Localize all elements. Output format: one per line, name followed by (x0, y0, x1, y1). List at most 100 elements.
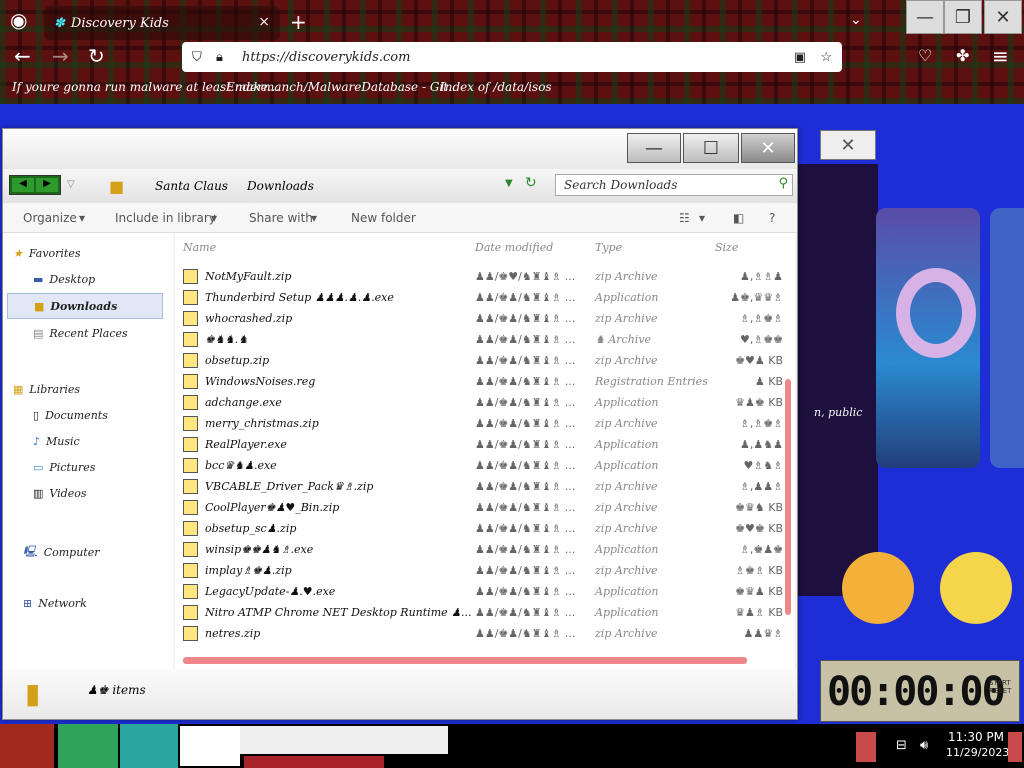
network-tray-icon[interactable]: ⊟ (896, 738, 907, 753)
file-row[interactable]: netres.zip ♟♟/♚♟/♞♜♝♗ ... zip Archive ♟♟♛♗ (183, 624, 783, 644)
nav-recent-places[interactable]: ▤ Recent Places (33, 327, 128, 340)
column-header-name[interactable]: Name (183, 241, 216, 254)
file-row[interactable]: merry_christmas.zip ♟♟/♚♟/♞♜♝♗ ... zip Arc… (183, 414, 783, 434)
popup-close-button[interactable]: ✕ (820, 130, 876, 160)
close-button[interactable]: ✕ (741, 133, 795, 163)
history-chevron-icon[interactable]: ▽ (67, 179, 75, 190)
column-header-type[interactable]: Type (595, 241, 622, 254)
file-row[interactable]: bcc♛♞♟.exe ♟♟/♚♟/♞♜♝♗ ... Application ♥♗♞♗ (183, 456, 783, 476)
dropdown-icon[interactable]: ▼ (505, 178, 513, 189)
browser-close-button[interactable]: ✕ (984, 0, 1022, 34)
column-header-date[interactable]: Date modified (475, 241, 553, 254)
firefox-menu-icon[interactable]: ◉ (10, 8, 27, 32)
horizontal-scrollbar[interactable] (183, 657, 747, 664)
share-with-menu[interactable]: Share with (249, 211, 313, 225)
url-bar[interactable]: ⛉ 🔒︎ https://discoverykids.com ▣ ☆ (182, 42, 842, 72)
chevron-down-icon[interactable]: ▾ (699, 211, 705, 225)
clock-date[interactable]: 11/29/2023 (946, 746, 1009, 759)
file-row[interactable]: NotMyFault.zip ♟♟/♚♥/♞♜♝♗ ... zip Archive ♟… (183, 267, 783, 287)
reader-view-icon[interactable]: ▣ (794, 50, 806, 65)
file-row[interactable]: Thunderbird Setup ♟♟♟.♟.♟.exe ♟♟/♚♟/♞♜♝♗ … (183, 288, 783, 308)
nav-computer[interactable]: 🖳︎ Computer (23, 543, 99, 562)
extensions-icon[interactable]: ✤ (956, 46, 969, 65)
hamburger-menu-icon[interactable]: ≡ (992, 44, 1009, 68)
search-icon[interactable]: ⚲ (778, 176, 788, 191)
file-row[interactable]: obsetup.zip ♟♟/♚♟/♞♜♝♗ ... zip Archive ♚♥♟ … (183, 351, 783, 371)
include-library-menu[interactable]: Include in library (115, 211, 216, 225)
nav-videos[interactable]: ▥ Videos (33, 487, 87, 500)
game-card[interactable] (990, 208, 1024, 468)
refresh-icon[interactable]: ↻ (525, 175, 537, 191)
tab-list-chevron-icon[interactable]: ⌄ (850, 12, 862, 28)
chevron-down-icon[interactable]: ▾ (79, 211, 85, 225)
forward-icon[interactable]: → (52, 44, 69, 68)
volume-icon[interactable]: 🔊︎ (920, 738, 928, 753)
search-box[interactable]: Search Downloads ⚲ (555, 174, 793, 196)
file-row[interactable]: winsip♚♚♟♞♗.exe ♟♟/♚♟/♞♜♝♗ ... Application… (183, 540, 783, 560)
preview-pane-icon[interactable]: ◧ (733, 211, 744, 225)
taskbar-chrome-icon[interactable] (180, 726, 240, 766)
file-row[interactable]: RealPlayer.exe ♟♟/♚♟/♞♜♝♗ ... Application ♟… (183, 435, 783, 455)
bookmark-star-icon[interactable]: ☆ (820, 50, 832, 65)
file-row[interactable]: LegacyUpdate-♟.♥.exe ♟♟/♚♟/♞♜♝♗ ... Applic… (183, 582, 783, 602)
help-icon[interactable]: ? (769, 211, 775, 225)
file-row[interactable]: WindowsNoises.reg ♟♟/♚♟/♞♜♝♗ ... Registrat… (183, 372, 783, 392)
maximize-button[interactable]: ☐ (683, 133, 739, 163)
browser-minimize-button[interactable]: — (906, 0, 944, 34)
taskbar-explorer-icon[interactable] (120, 724, 178, 768)
file-row[interactable]: whocrashed.zip ♟♟/♚♟/♞♜♝♗ ... zip Archive ♗… (183, 309, 783, 329)
column-header-size[interactable]: Size (715, 241, 738, 254)
pocket-icon[interactable]: ♡ (918, 46, 932, 65)
stopwatch-controls[interactable]: START RESET (989, 679, 1017, 695)
nav-favorites[interactable]: ★ Favorites (13, 247, 81, 260)
new-tab-button[interactable]: + (290, 10, 307, 34)
forward-icon[interactable]: ▶ (36, 178, 58, 192)
chevron-down-icon[interactable]: ▾ (211, 211, 217, 225)
character-avatar[interactable] (940, 552, 1012, 624)
nav-pictures[interactable]: ▭ Pictures (33, 461, 95, 474)
file-row[interactable]: VBCABLE_Driver_Pack♛♗.zip ♟♟/♚♟/♞♜♝♗ ... z… (183, 477, 783, 497)
taskbar-active-window[interactable] (244, 756, 384, 768)
start-button[interactable] (0, 724, 54, 768)
explorer-titlebar[interactable]: — ☐ ✕ (3, 129, 797, 169)
nav-network[interactable]: ⊞ Network (23, 597, 87, 610)
browser-restore-button[interactable]: ❐ (944, 0, 982, 34)
lock-icon[interactable]: 🔒︎ (216, 50, 223, 65)
tab-close-icon[interactable]: × (258, 14, 270, 30)
file-row[interactable]: CoolPlayer♚♟♥_Bin.zip ♟♟/♚♟/♞♜♝♗ ... zip A… (183, 498, 783, 518)
file-row[interactable]: implay♗♚♟.zip ♟♟/♚♟/♞♜♝♗ ... zip Archive ♗♚… (183, 561, 783, 581)
back-icon[interactable]: ← (14, 44, 31, 68)
taskbar-firefox-icon[interactable] (58, 724, 118, 768)
nav-documents[interactable]: ▯ Documents (33, 409, 108, 422)
file-row[interactable]: obsetup_sc♟.zip ♟♟/♚♟/♞♜♝♗ ... zip Archive… (183, 519, 783, 539)
clock-time[interactable]: 11:30 PM (948, 730, 1004, 744)
back-icon[interactable]: ◀ (12, 178, 34, 192)
stopwatch-widget[interactable]: 00:00:00 START RESET (820, 660, 1020, 722)
breadcrumb-item[interactable]: Downloads (247, 179, 314, 193)
organize-menu[interactable]: Organize (23, 211, 77, 225)
show-desktop-button[interactable] (1008, 732, 1022, 762)
reload-icon[interactable]: ↻ (88, 44, 105, 68)
view-icon[interactable]: ☷ (679, 211, 690, 225)
taskbar-search-box[interactable] (240, 726, 448, 754)
file-row[interactable]: ♚♞♞.♞ ♟♟/♚♟/♞♜♝♗ ... ♞ Archive ♥,♗♚♚ (183, 330, 783, 350)
shield-icon[interactable]: ⛉ (192, 50, 202, 65)
nav-music[interactable]: ♪ Music (33, 435, 80, 448)
game-card[interactable] (876, 208, 980, 468)
nav-desktop[interactable]: ▬ Desktop (33, 273, 95, 286)
nav-libraries[interactable]: ▦ Libraries (13, 383, 80, 396)
new-folder-button[interactable]: New folder (351, 211, 416, 225)
file-row[interactable]: Nitro ATMP Chrome NET Desktop Runtime ♟.… (183, 603, 783, 623)
bookmark-item[interactable]: Index of /data/isos (440, 80, 552, 94)
chevron-down-icon[interactable]: ▾ (311, 211, 317, 225)
url-text[interactable]: https://discoverykids.com (242, 50, 410, 65)
file-row[interactable]: adchange.exe ♟♟/♚♟/♞♜♝♗ ... Application ♛♟♚… (183, 393, 783, 413)
tray-expand-button[interactable] (856, 732, 876, 762)
search-input[interactable]: Search Downloads (564, 178, 677, 192)
character-avatar[interactable] (842, 552, 914, 624)
vertical-scrollbar[interactable] (785, 379, 791, 615)
minimize-button[interactable]: — (627, 133, 681, 163)
nav-downloads[interactable]: ■ Downloads (7, 293, 163, 319)
bookmark-item[interactable]: Endermanch/MalwareDatabase - Git... (226, 80, 460, 94)
browser-tab[interactable]: ✽ Discovery Kids × (44, 6, 280, 40)
